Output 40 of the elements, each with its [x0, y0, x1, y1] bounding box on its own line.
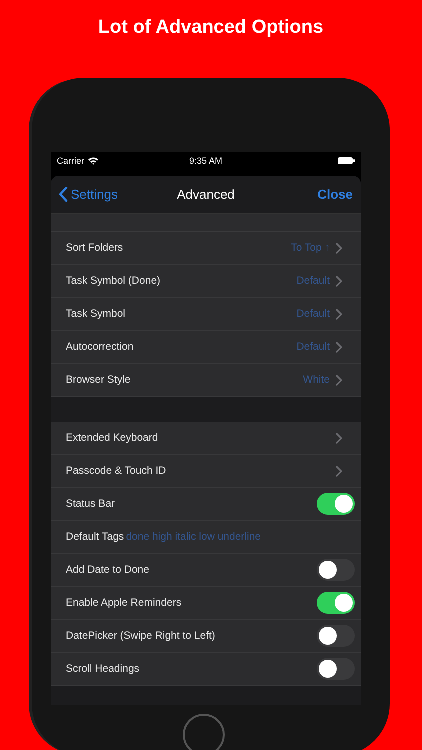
- status-time: 9:35 AM: [189, 156, 223, 166]
- toggle-switch[interactable]: [317, 592, 355, 614]
- chevron-right-icon[interactable]: [336, 242, 343, 254]
- row-label: Scroll Headings: [66, 663, 140, 675]
- chevron-right-icon[interactable]: [336, 466, 343, 476]
- home-button[interactable]: [183, 714, 225, 750]
- toggle-switch[interactable]: [317, 493, 355, 515]
- row-label: Add Date to Done: [66, 564, 150, 576]
- row-label: Passcode & Touch ID: [66, 465, 166, 477]
- row-value: White: [303, 374, 330, 386]
- wifi-icon: [88, 157, 99, 165]
- back-button[interactable]: Settings: [59, 187, 118, 202]
- headline: Lot of Advanced Options: [98, 17, 324, 39]
- row-value: Default: [296, 308, 330, 320]
- row-label: Task Symbol: [66, 308, 126, 320]
- row-value: Default: [296, 275, 330, 287]
- row-label: Enable Apple Reminders: [66, 597, 182, 609]
- battery-icon: [338, 157, 355, 165]
- chevron-left-icon: [59, 187, 68, 202]
- nav-title: Advanced: [177, 187, 235, 202]
- chevron-right-icon[interactable]: [336, 342, 343, 352]
- toggle-switch[interactable]: [317, 625, 355, 647]
- chevron-right-icon[interactable]: [336, 308, 343, 320]
- close-button[interactable]: Close: [318, 187, 353, 202]
- row-label: Autocorrection: [66, 341, 134, 353]
- row-label: Default Tags: [66, 531, 124, 543]
- toggle-switch[interactable]: [317, 559, 355, 581]
- row-label: Extended Keyboard: [66, 432, 158, 444]
- chevron-right-icon[interactable]: [336, 276, 343, 286]
- chevron-right-icon[interactable]: [336, 374, 343, 386]
- carrier-label: Carrier: [57, 156, 85, 166]
- row-label: Sort Folders: [66, 242, 124, 254]
- row-value: To Top ↑: [291, 242, 330, 254]
- row-label: DatePicker (Swipe Right to Left): [66, 630, 216, 642]
- chevron-right-icon[interactable]: [336, 432, 343, 444]
- toggle-switch[interactable]: [317, 658, 355, 680]
- row-value: Default: [296, 341, 330, 353]
- row-label: Status Bar: [66, 498, 116, 510]
- row-label: Browser Style: [66, 374, 131, 386]
- row-label: Task Symbol (Done): [66, 275, 161, 287]
